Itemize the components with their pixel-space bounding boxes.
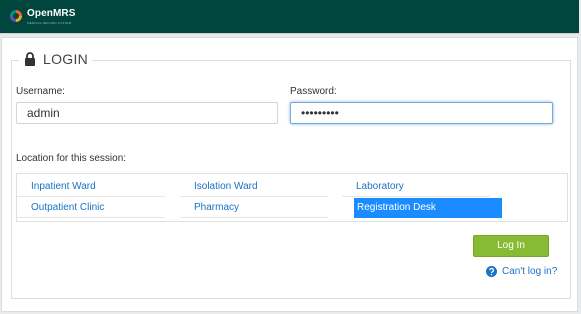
app-name: OpenMRS — [27, 8, 76, 19]
fieldset-border — [11, 60, 12, 298]
location-inpatient-ward[interactable]: Inpatient Ward — [17, 177, 165, 197]
openmrs-logo-icon — [10, 10, 22, 22]
login-legend: LOGIN — [24, 51, 88, 67]
fieldset-border — [11, 298, 571, 299]
location-isolation-ward[interactable]: Isolation Ward — [180, 177, 328, 197]
location-pharmacy[interactable]: Pharmacy — [180, 198, 328, 218]
username-label: Username: — [16, 86, 65, 97]
location-list: Inpatient Ward Isolation Ward Laboratory… — [16, 173, 568, 222]
location-outpatient-clinic[interactable]: Outpatient Clinic — [17, 198, 165, 218]
fieldset-border — [570, 60, 571, 298]
app-tagline: MEDICAL RECORD SYSTEM — [27, 21, 72, 25]
login-panel: LOGIN Username: Password: Location for t… — [1, 37, 578, 312]
password-label: Password: — [290, 86, 337, 97]
location-laboratory[interactable]: Laboratory — [342, 177, 490, 197]
login-button[interactable]: Log In — [473, 235, 549, 257]
username-input[interactable] — [16, 102, 278, 124]
location-label: Location for this session: — [16, 153, 127, 164]
fieldset-border — [92, 60, 570, 61]
help-circle-icon — [486, 266, 497, 277]
cant-login-text: Can't log in? — [502, 266, 558, 277]
header-bar: OpenMRS MEDICAL RECORD SYSTEM — [0, 0, 579, 34]
fieldset-border — [11, 60, 19, 61]
location-registration-desk[interactable]: Registration Desk — [354, 198, 502, 218]
lock-icon — [25, 52, 35, 66]
logo[interactable]: OpenMRS MEDICAL RECORD SYSTEM — [9, 9, 75, 25]
login-title: LOGIN — [43, 51, 89, 67]
password-input[interactable] — [290, 102, 553, 124]
cant-login-link[interactable]: Can't log in? — [486, 266, 557, 277]
